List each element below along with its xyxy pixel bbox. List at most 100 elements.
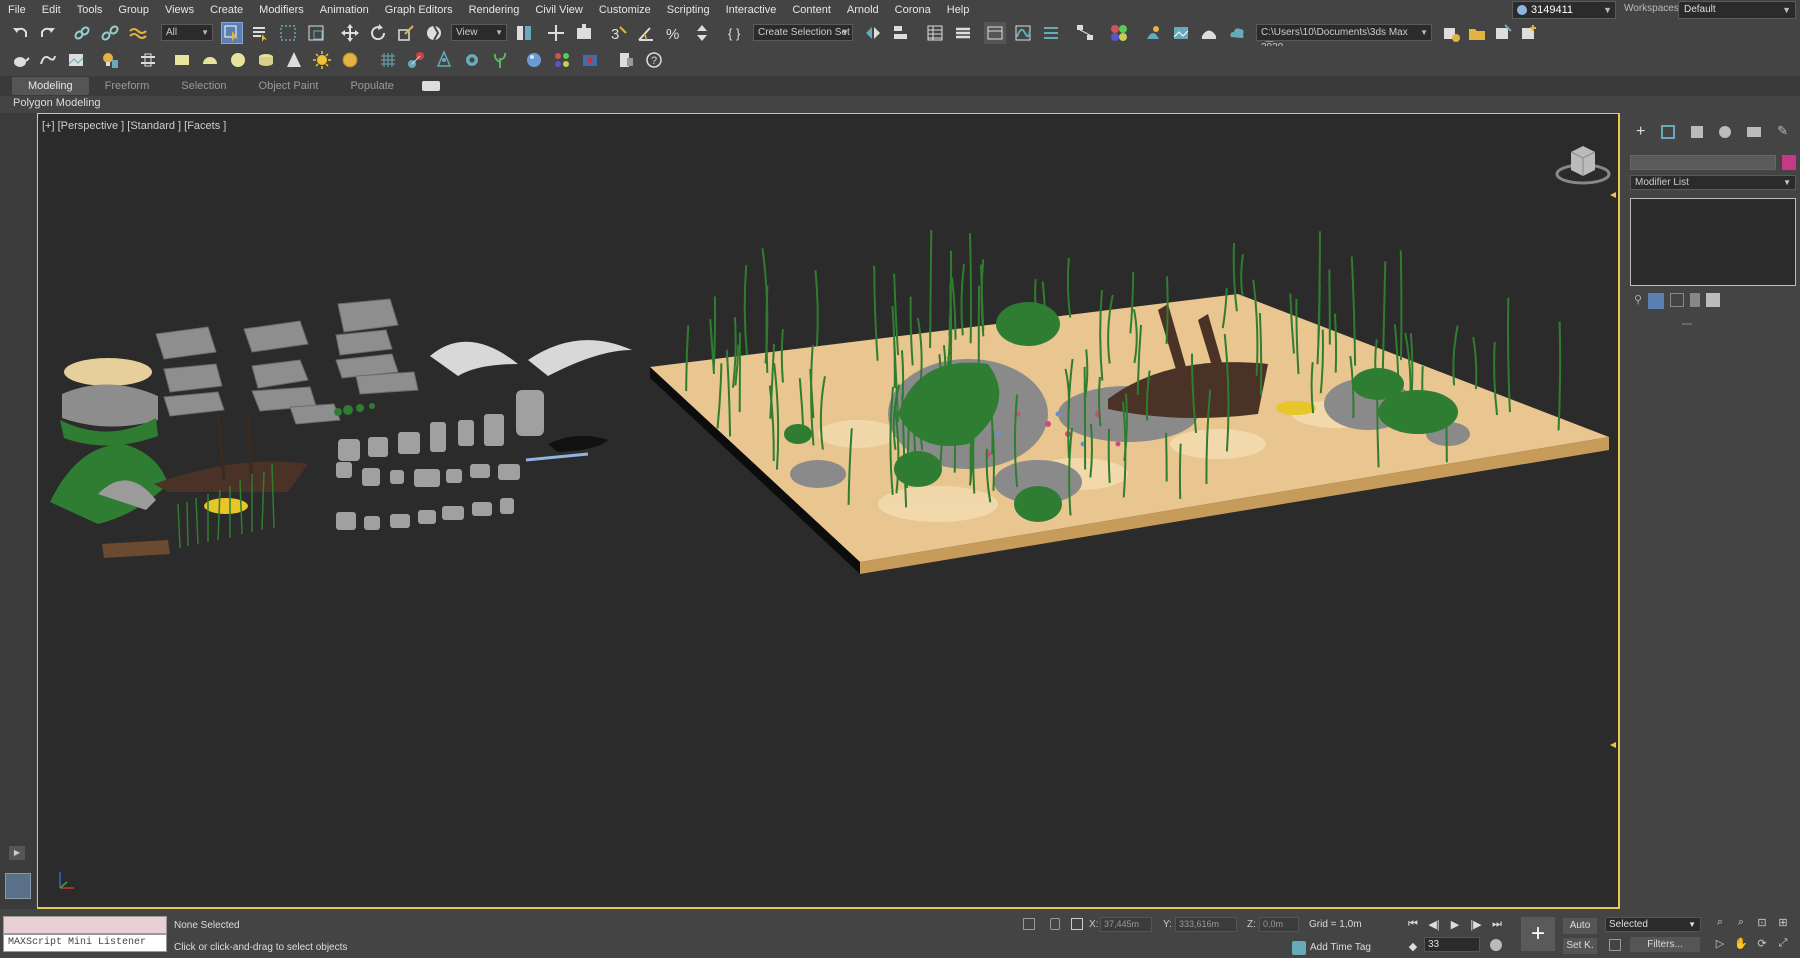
render-frame-icon[interactable] <box>579 49 601 71</box>
placement-icon[interactable] <box>423 22 445 44</box>
account-dropdown[interactable]: 3149411 ▼ <box>1512 1 1616 19</box>
schematic-view-icon[interactable] <box>1074 22 1096 44</box>
add-time-tag[interactable]: Add Time Tag <box>1310 942 1371 953</box>
select-by-name-icon[interactable] <box>249 22 271 44</box>
connect-icon[interactable] <box>405 49 427 71</box>
menu-item-customize[interactable]: Customize <box>591 0 659 20</box>
gear-icon[interactable] <box>461 49 483 71</box>
material-sphere-icon[interactable] <box>523 49 545 71</box>
make-unique-icon[interactable] <box>1670 293 1685 307</box>
workspace-dropdown[interactable]: Default ▼ <box>1678 1 1796 19</box>
viewport-layout-icon[interactable] <box>5 873 31 899</box>
display-tab-icon[interactable] <box>1747 127 1762 137</box>
absolute-mode-icon[interactable] <box>1071 918 1083 930</box>
sun-light-icon[interactable] <box>311 49 333 71</box>
project-folder-dropdown[interactable]: C:\Users\10\Documents\3ds Max 2020▼ <box>1256 24 1432 53</box>
expand-layout-icon[interactable]: ▶ <box>9 846 25 860</box>
menu-item-group[interactable]: Group <box>110 0 157 20</box>
menu-item-corona[interactable]: Corona <box>887 0 939 20</box>
hemisphere-icon[interactable] <box>199 49 221 71</box>
lock-selection-icon[interactable] <box>1050 918 1060 930</box>
cylinder-icon[interactable] <box>255 49 277 71</box>
pin-stack-icon[interactable]: ⚲ <box>1634 293 1642 313</box>
plane-primitive-icon[interactable] <box>171 49 193 71</box>
align-icon[interactable] <box>890 22 912 44</box>
menu-item-civil-view[interactable]: Civil View <box>527 0 590 20</box>
shapes-icon[interactable] <box>37 49 59 71</box>
menu-item-interactive[interactable]: Interactive <box>718 0 785 20</box>
project-settings-icon[interactable] <box>1440 22 1462 44</box>
snaps-toggle-icon[interactable]: 3 <box>607 22 629 44</box>
window-crossing-icon[interactable] <box>305 22 327 44</box>
spinner-snap-icon[interactable] <box>691 22 713 44</box>
show-end-result-icon[interactable] <box>1648 293 1665 309</box>
reference-coordinate-dropdown[interactable]: View ▼ <box>451 24 507 41</box>
pivot-center-icon[interactable] <box>513 22 535 44</box>
field-of-view-icon[interactable]: ▷ <box>1712 937 1728 953</box>
menu-item-rendering[interactable]: Rendering <box>461 0 528 20</box>
undo-icon[interactable] <box>9 22 31 44</box>
rendered-frame-window-icon[interactable] <box>1170 22 1192 44</box>
selection-filter-dropdown[interactable]: All ▼ <box>161 24 213 41</box>
mirror-icon[interactable] <box>862 22 884 44</box>
render-cloud-icon[interactable] <box>1226 22 1248 44</box>
motion-tab-icon[interactable] <box>1719 126 1732 138</box>
scene-explorer-icon[interactable] <box>924 22 946 44</box>
new-project-icon[interactable] <box>1518 22 1540 44</box>
object-color-swatch[interactable] <box>1782 155 1796 170</box>
rectangular-selection-icon[interactable] <box>277 22 299 44</box>
move-icon[interactable] <box>339 22 361 44</box>
menu-item-views[interactable]: Views <box>157 0 202 20</box>
bind-space-warp-icon[interactable] <box>127 22 149 44</box>
set-key-icon[interactable]: + <box>1521 917 1555 951</box>
named-selection-dropdown[interactable]: Create Selection Set ▼ <box>753 24 853 41</box>
menu-item-graph-editors[interactable]: Graph Editors <box>377 0 461 20</box>
sky-light-icon[interactable] <box>339 49 361 71</box>
percent-snap-icon[interactable]: % <box>663 22 685 44</box>
x-coordinate-field[interactable]: 37,445m <box>1100 917 1152 932</box>
help-icon[interactable]: ? <box>643 49 665 71</box>
time-tag-icon[interactable] <box>1292 941 1306 955</box>
z-coordinate-field[interactable]: 0,0m <box>1259 917 1299 932</box>
menu-item-create[interactable]: Create <box>202 0 251 20</box>
maxscript-input[interactable] <box>3 916 167 934</box>
render-settings-icon[interactable] <box>615 49 637 71</box>
filters-button[interactable]: Filters... <box>1630 937 1700 952</box>
menu-item-tools[interactable]: Tools <box>69 0 111 20</box>
auto-key-button[interactable]: Auto <box>1563 918 1597 934</box>
configure-modifier-sets-icon[interactable] <box>1706 293 1721 307</box>
menu-item-scripting[interactable]: Scripting <box>659 0 718 20</box>
tab-object-paint[interactable]: Object Paint <box>243 77 335 95</box>
menu-item-arnold[interactable]: Arnold <box>839 0 887 20</box>
utilities-tab-icon[interactable]: ✎ <box>1777 123 1788 143</box>
edit-named-selection-icon[interactable]: { } <box>725 22 747 44</box>
go-to-start-icon[interactable]: ⏮ <box>1405 916 1421 932</box>
material-editor-icon[interactable] <box>1108 22 1130 44</box>
image-plane-icon[interactable] <box>65 49 87 71</box>
menu-item-animation[interactable]: Animation <box>312 0 377 20</box>
maximize-viewport-icon[interactable]: ⤢ <box>1775 937 1791 953</box>
perspective-viewport[interactable]: [+] [Perspective ] [Standard ] [Facets ] <box>37 113 1620 909</box>
zoom-icon[interactable]: ⌕ <box>1712 916 1728 932</box>
bone-icon[interactable] <box>433 49 455 71</box>
select-manipulate-icon[interactable] <box>545 22 567 44</box>
ribbon-options-icon[interactable] <box>421 81 440 91</box>
helper-icon[interactable] <box>137 49 159 71</box>
light-bulb-icon[interactable] <box>99 49 121 71</box>
menu-item-file[interactable]: File <box>0 0 34 20</box>
tab-populate[interactable]: Populate <box>334 77 409 95</box>
modify-tab-icon[interactable] <box>1661 125 1676 139</box>
menu-item-content[interactable]: Content <box>784 0 839 20</box>
rotate-icon[interactable] <box>367 22 389 44</box>
particle-grid-icon[interactable] <box>377 49 399 71</box>
material-map-icon[interactable] <box>551 49 573 71</box>
dope-sheet-icon[interactable] <box>1040 22 1062 44</box>
curve-editor-icon[interactable] <box>1012 22 1034 44</box>
next-frame-icon[interactable]: |▶ <box>1468 916 1484 932</box>
set-key-button[interactable]: Set K. <box>1563 938 1597 954</box>
hierarchy-tab-icon[interactable] <box>1691 126 1704 138</box>
key-filter-dropdown[interactable]: Selected ▼ <box>1605 917 1701 932</box>
unlink-icon[interactable] <box>99 22 121 44</box>
angle-snap-icon[interactable] <box>635 22 657 44</box>
tab-freeform[interactable]: Freeform <box>89 77 166 95</box>
